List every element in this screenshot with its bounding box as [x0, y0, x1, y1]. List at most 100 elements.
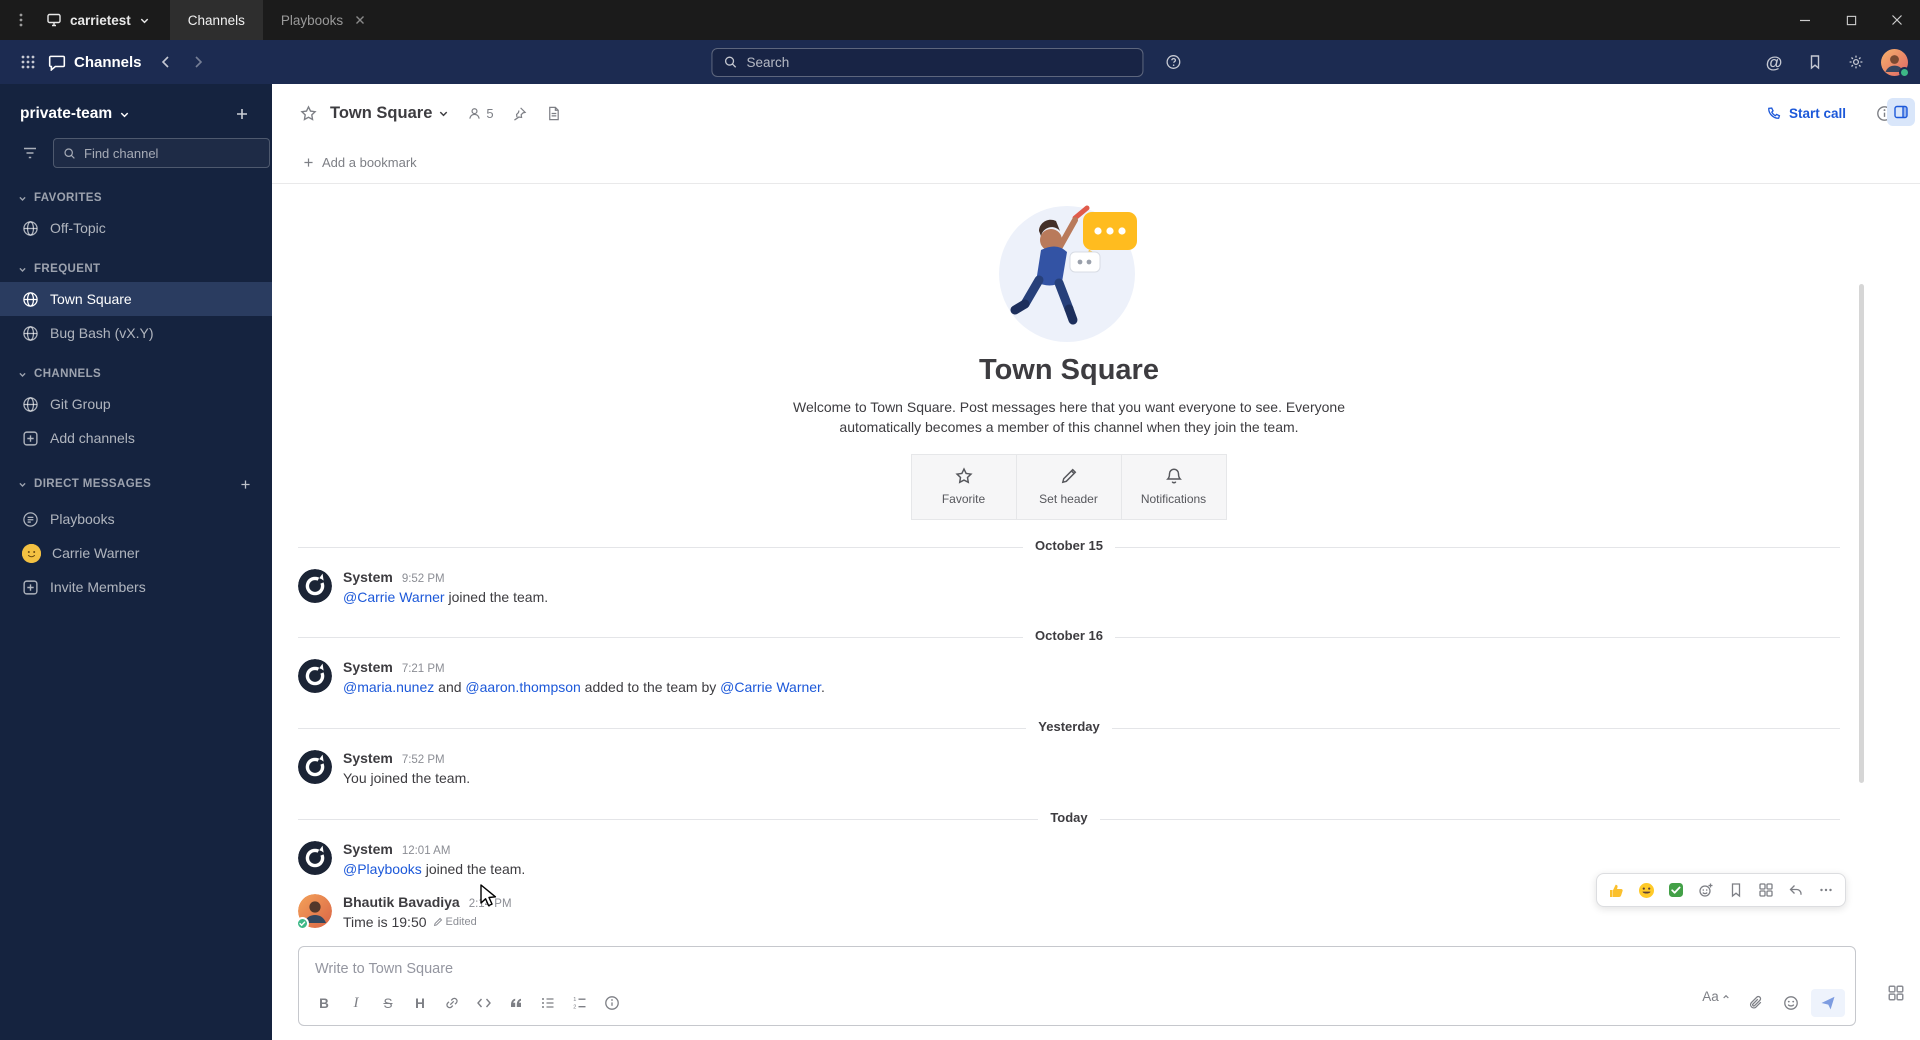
server-selector[interactable]: carrietest — [42, 0, 170, 40]
window-maximize-button[interactable] — [1828, 0, 1874, 40]
message-row-hovered[interactable]: Bhautik Bavadiya 2:14 PM Time is 19:50 E… — [272, 873, 1866, 940]
italic-icon[interactable]: I — [341, 989, 371, 1017]
link-icon[interactable] — [437, 989, 467, 1017]
intro-favorite-button[interactable]: Favorite — [910, 453, 1017, 520]
numbered-list-icon[interactable]: 12 — [565, 989, 595, 1017]
attach-file-icon[interactable] — [1741, 989, 1771, 1017]
reply-icon[interactable] — [1782, 877, 1810, 903]
apps-grid-icon[interactable] — [1887, 984, 1905, 1002]
message-row[interactable]: System 7:21 PM @maria.nunez and @aaron.t… — [272, 652, 1866, 705]
add-direct-message-button[interactable] — [234, 473, 256, 495]
right-rail-toggle-button[interactable] — [1887, 98, 1915, 126]
mention-link[interactable]: @Playbooks — [343, 861, 422, 877]
save-message-icon[interactable] — [1722, 877, 1750, 903]
channel-title-dropdown[interactable]: Town Square — [326, 104, 457, 123]
intro-notifications-button[interactable]: Notifications — [1120, 453, 1227, 520]
bell-icon — [1165, 468, 1182, 484]
pinned-posts-icon[interactable] — [504, 97, 536, 129]
sidebar-item-off-topic[interactable]: Off-Topic — [0, 211, 272, 245]
apps-actions-icon[interactable] — [1752, 877, 1780, 903]
code-icon[interactable] — [469, 989, 499, 1017]
add-bookmark-button[interactable]: Add a bookmark — [294, 150, 425, 175]
reaction-thumbs-up[interactable] — [1602, 877, 1630, 903]
sidebar-item-carrie-warner[interactable]: Carrie Warner — [0, 536, 272, 570]
reaction-white-check-mark[interactable] — [1662, 877, 1690, 903]
search-icon — [724, 56, 737, 68]
date-divider: Today — [272, 809, 1866, 829]
channel-files-icon[interactable] — [538, 97, 570, 129]
section-channels[interactable]: CHANNELS — [0, 366, 272, 387]
sidebar-item-bug-bash[interactable]: Bug Bash (vX.Y) — [0, 316, 272, 350]
bulleted-list-icon[interactable] — [533, 989, 563, 1017]
section-frequent[interactable]: FREQUENT — [0, 261, 272, 282]
bold-icon[interactable]: B — [309, 989, 339, 1017]
dm-avatar — [22, 543, 41, 563]
saved-posts-icon[interactable] — [1799, 46, 1831, 78]
user-message-avatar[interactable] — [296, 894, 332, 931]
tab-playbooks[interactable]: Playbooks — [263, 0, 383, 40]
send-button[interactable] — [1811, 989, 1845, 1017]
titlebar: carrietest Channels Playbooks — [0, 0, 1920, 40]
section-favorites[interactable]: FAVORITES — [0, 190, 272, 211]
show-formatting-icon[interactable]: Aa — [1696, 989, 1736, 1017]
search-input[interactable] — [746, 54, 1132, 70]
sidebar-item-town-square[interactable]: Town Square — [0, 282, 272, 316]
formatting-help-icon[interactable] — [597, 989, 627, 1017]
team-selector[interactable]: private-team — [20, 105, 130, 123]
emoji-picker-icon[interactable] — [1776, 989, 1806, 1017]
channel-intro-title: Town Square — [979, 353, 1159, 386]
history-forward-button[interactable] — [182, 46, 214, 78]
section-direct-messages[interactable]: DIRECT MESSAGES — [0, 471, 272, 502]
mention-link[interactable]: @maria.nunez — [343, 679, 434, 695]
channel-filter-icon[interactable] — [16, 139, 44, 167]
message-row[interactable]: System 7:52 PM You joined the team. — [272, 743, 1866, 796]
sidebar-item-add-channels[interactable]: Add channels — [0, 421, 272, 455]
message-list[interactable]: Town Square Welcome to Town Square. Post… — [272, 184, 1866, 940]
edited-indicator[interactable]: Edited — [433, 915, 477, 930]
tab-close-icon[interactable] — [355, 15, 365, 25]
sidebar-item-invite-members[interactable]: Invite Members — [0, 570, 272, 604]
history-back-button[interactable] — [150, 46, 182, 78]
more-actions-icon[interactable] — [1812, 877, 1840, 903]
mentions-icon[interactable]: @ — [1758, 46, 1790, 78]
chat-icon — [48, 55, 66, 71]
user-avatar[interactable] — [1881, 48, 1910, 78]
channel-intro: Town Square Welcome to Town Square. Post… — [272, 190, 1866, 524]
chevron-down-icon — [440, 111, 448, 116]
mention-link[interactable]: @Carrie Warner — [343, 589, 445, 605]
globe-icon — [23, 396, 38, 412]
channel-intro-description: Welcome to Town Square. Post messages he… — [792, 398, 1345, 436]
mention-link[interactable]: @Carrie Warner — [720, 679, 821, 695]
intro-set-header-button[interactable]: Set header — [1015, 453, 1122, 520]
settings-gear-icon[interactable] — [1840, 46, 1872, 78]
window-close-button[interactable] — [1874, 0, 1920, 40]
app-menu-icon[interactable] — [0, 0, 42, 40]
scrollbar-thumb[interactable] — [1859, 284, 1864, 783]
add-channel-plus-button[interactable] — [228, 100, 256, 128]
product-switcher-icon[interactable] — [12, 46, 44, 78]
add-reaction-icon[interactable] — [1692, 877, 1720, 903]
message-composer: B I S H — [298, 946, 1856, 1026]
app-window: carrietest Channels Playbooks Channels S… — [0, 0, 1920, 1040]
tab-channels[interactable]: Channels — [169, 0, 263, 40]
sidebar-item-git-group[interactable]: Git Group — [0, 387, 272, 421]
heading-icon[interactable]: H — [405, 989, 435, 1017]
reaction-grinning[interactable] — [1632, 877, 1660, 903]
quote-icon[interactable] — [501, 989, 531, 1017]
message-text: Time is 19:50 Edited — [343, 914, 477, 931]
window-minimize-button[interactable] — [1782, 0, 1828, 40]
strikethrough-icon[interactable]: S — [373, 989, 403, 1017]
mention-link[interactable]: @aaron.thompson — [465, 679, 580, 695]
chevron-down-icon — [19, 482, 26, 487]
phone-icon — [1768, 106, 1781, 119]
favorite-star-icon[interactable] — [292, 97, 324, 129]
find-channel-input[interactable] — [84, 145, 260, 161]
sidebar-item-playbooks-dm[interactable]: Playbooks — [0, 502, 272, 536]
start-call-button[interactable]: Start call — [1756, 101, 1856, 126]
message-row[interactable]: System 9:52 PM @Carrie Warner joined the… — [272, 562, 1866, 615]
message-input[interactable] — [299, 947, 1855, 985]
help-icon[interactable] — [1157, 46, 1189, 78]
global-search[interactable] — [711, 47, 1144, 77]
find-channel-box[interactable] — [53, 138, 270, 168]
channel-members-button[interactable]: 5 — [459, 106, 501, 121]
